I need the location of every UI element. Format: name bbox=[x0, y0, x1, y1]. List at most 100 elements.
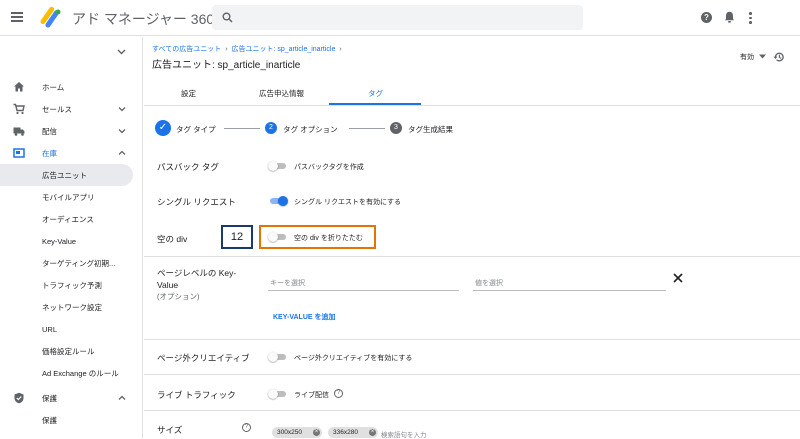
single-request-label: シングル リクエスト bbox=[157, 197, 236, 207]
sidebar-subitem-traffic-forecast[interactable]: トラフィック予測 bbox=[0, 274, 133, 296]
sidebar-item-inventory[interactable]: 在庫 bbox=[0, 142, 142, 164]
tab-line-items[interactable]: 広告申込情報 bbox=[259, 88, 304, 99]
sidebar-item-label: 在庫 bbox=[42, 148, 57, 158]
passback-tag-label: パスバック タグ bbox=[157, 162, 219, 172]
live-traffic-toggle[interactable] bbox=[268, 389, 288, 399]
sidebar-item-delivery[interactable]: 配信 bbox=[0, 120, 142, 142]
live-traffic-label: ライブ トラフィック bbox=[157, 390, 236, 400]
size-chip-label: 300x250 bbox=[277, 429, 302, 436]
chevron-down-icon[interactable] bbox=[117, 104, 127, 114]
chevron-down-icon[interactable] bbox=[117, 126, 127, 136]
sidebar-subitem-mobile-apps[interactable]: モバイルアプリ bbox=[0, 186, 133, 208]
page-kv-label-line2: Value bbox=[157, 280, 179, 290]
section-divider bbox=[144, 374, 800, 375]
app-title: アド マネージャー 360 bbox=[72, 11, 215, 27]
sidebar-item-label: ホーム bbox=[42, 82, 65, 92]
sidebar-subitem-audiences[interactable]: オーディエンス bbox=[0, 208, 133, 230]
sidebar-subitem-targeting[interactable]: ターゲティング初期... bbox=[0, 252, 133, 274]
chevron-down-icon[interactable] bbox=[117, 49, 126, 55]
breadcrumb-current-link[interactable]: 広告ユニット: sp_article_inarticle bbox=[231, 46, 335, 53]
page-kv-label: ページレベルの Key- Value (オプション) bbox=[157, 267, 236, 303]
chip-remove-icon[interactable]: × bbox=[313, 429, 320, 436]
step-1-circle: ✓ bbox=[155, 120, 171, 136]
step-1-label: タグ タイプ bbox=[176, 125, 216, 134]
sidebar-subitem-adx-rules[interactable]: Ad Exchange のルール bbox=[0, 362, 133, 384]
annotation-badge: 12 bbox=[221, 225, 253, 249]
sidebar-subitem-key-value[interactable]: Key-Value bbox=[0, 230, 133, 252]
value-select-input[interactable]: 値を選択 bbox=[473, 275, 666, 291]
sidebar-subitem-pricing-rules[interactable]: 価格設定ルール bbox=[0, 340, 133, 362]
step-3-label: タグ生成結果 bbox=[408, 125, 453, 134]
help-outline-icon[interactable]: ? bbox=[334, 389, 343, 398]
key-select-input[interactable]: キーを選択 bbox=[268, 275, 459, 291]
menu-icon[interactable] bbox=[11, 12, 23, 22]
chip-remove-icon[interactable]: × bbox=[369, 429, 376, 436]
search-input[interactable] bbox=[212, 5, 583, 30]
breadcrumb: すべての広告ユニット › 広告ユニット: sp_article_inarticl… bbox=[152, 44, 342, 54]
sidebar-item-label: 配信 bbox=[42, 126, 57, 136]
empty-div-toggle[interactable] bbox=[268, 232, 288, 242]
history-icon[interactable] bbox=[773, 51, 785, 63]
page-title: 広告ユニット: sp_article_inarticle bbox=[152, 60, 301, 71]
step-3-circle: 3 bbox=[390, 122, 402, 134]
section-divider bbox=[144, 410, 800, 411]
single-request-toggle[interactable] bbox=[268, 196, 288, 206]
chevron-up-icon[interactable] bbox=[117, 148, 127, 158]
key-select-placeholder: キーを選択 bbox=[270, 280, 305, 287]
sidebar-subitem-protection[interactable]: 保護 bbox=[0, 409, 133, 431]
breadcrumb-root-link[interactable]: すべての広告ユニット bbox=[152, 46, 221, 53]
more-vert-icon[interactable] bbox=[749, 12, 752, 24]
notifications-icon[interactable] bbox=[724, 11, 735, 23]
status-dropdown[interactable]: 有効 bbox=[740, 52, 766, 62]
sidebar-item-home[interactable]: ホーム bbox=[0, 76, 142, 98]
single-request-toggle-label: シングル リクエストを有効にする bbox=[294, 199, 402, 206]
sidebar-subitem-ad-units[interactable]: 広告ユニット bbox=[0, 164, 133, 186]
size-chip-label: 336x280 bbox=[333, 429, 358, 436]
sidebar-subitem-network-settings[interactable]: ネットワーク設定 bbox=[0, 296, 133, 318]
help-outline-icon[interactable]: ? bbox=[242, 423, 251, 432]
breadcrumb-separator: › bbox=[225, 46, 228, 53]
breadcrumb-separator: › bbox=[339, 46, 342, 53]
tab-tags[interactable]: タグ bbox=[368, 88, 383, 99]
size-chip[interactable]: 336x280 × bbox=[328, 427, 378, 438]
close-icon[interactable] bbox=[673, 273, 683, 283]
size-chip[interactable]: 300x250 × bbox=[272, 427, 322, 438]
out-of-page-toggle-label: ページ外クリエイティブを有効にする bbox=[294, 355, 413, 362]
help-icon[interactable]: ? bbox=[701, 12, 712, 23]
step-connector bbox=[224, 128, 260, 129]
sidebar-item-label: セールス bbox=[42, 104, 72, 114]
check-icon: ✓ bbox=[158, 122, 168, 133]
step-2-label: タグ オプション bbox=[283, 125, 338, 134]
tabs-divider bbox=[144, 105, 800, 106]
tab-settings[interactable]: 設定 bbox=[181, 88, 196, 99]
top-bar: アド マネージャー 360 ? bbox=[0, 0, 800, 36]
step-connector bbox=[349, 128, 385, 129]
chevron-up-icon[interactable] bbox=[117, 393, 127, 403]
arrow-drop-down-icon bbox=[758, 54, 766, 59]
value-select-placeholder: 値を選択 bbox=[475, 280, 503, 287]
sidebar: ホーム セールス 配信 在庫 広告ユニット モバイルアプリ オーディエンス Ke… bbox=[0, 37, 143, 438]
add-key-value-button[interactable]: KEY-VALUE を追加 bbox=[273, 312, 336, 322]
section-divider bbox=[144, 339, 800, 340]
sidebar-item-label: 保護 bbox=[42, 393, 57, 403]
passback-toggle[interactable] bbox=[268, 161, 288, 171]
cart-icon bbox=[13, 103, 25, 115]
search-icon bbox=[222, 12, 233, 23]
status-value: 有効 bbox=[740, 54, 754, 61]
sizes-label: サイズ bbox=[157, 425, 183, 435]
home-icon bbox=[14, 82, 24, 92]
out-of-page-toggle[interactable] bbox=[268, 352, 288, 362]
section-divider bbox=[144, 256, 800, 257]
truck-icon bbox=[13, 127, 25, 136]
empty-div-toggle-label: 空の div を折りたたむ bbox=[294, 235, 363, 242]
inventory-icon bbox=[13, 148, 25, 158]
sidebar-subitem-url[interactable]: URL bbox=[0, 318, 133, 340]
empty-div-label: 空の div bbox=[157, 234, 188, 244]
shield-icon bbox=[14, 392, 24, 404]
live-traffic-toggle-label: ライブ配信 bbox=[294, 392, 329, 399]
page-kv-label-line1: ページレベルの Key- bbox=[157, 268, 237, 278]
passback-toggle-label: パスバックタグを作成 bbox=[294, 164, 364, 171]
sidebar-item-sales[interactable]: セールス bbox=[0, 98, 142, 120]
step-2-circle: 2 bbox=[265, 122, 277, 134]
sidebar-item-protection[interactable]: 保護 bbox=[0, 387, 142, 409]
